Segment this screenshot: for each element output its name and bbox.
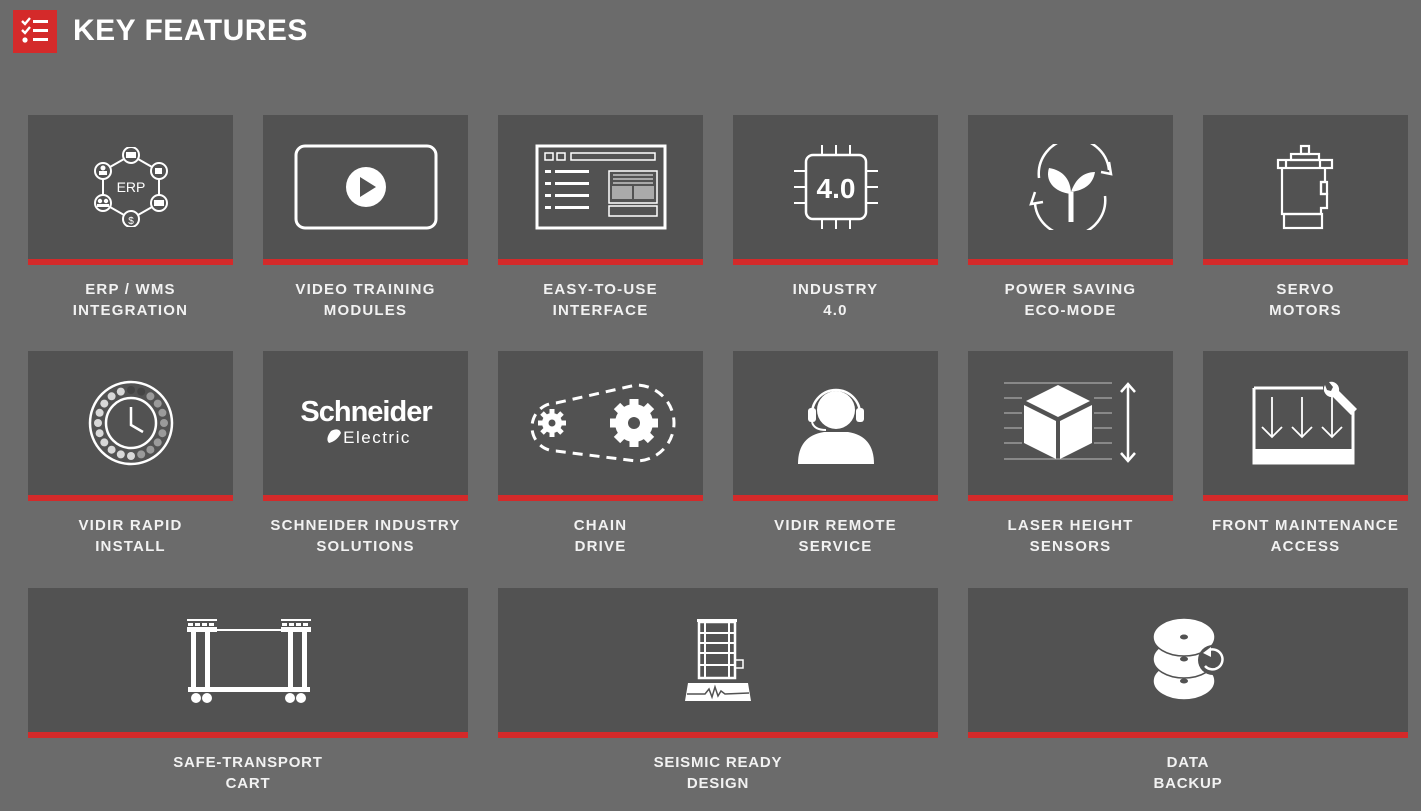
- feature-label: VIDIR RAPID INSTALL: [78, 517, 183, 555]
- accent-bar: [1203, 495, 1408, 501]
- dial-dot: [136, 450, 145, 459]
- feature-card-video-training[interactable]: [263, 115, 468, 265]
- eco-leaf-cycle-icon: [968, 115, 1173, 259]
- chip-icon: 4.0: [733, 115, 938, 259]
- accent-bar: [733, 259, 938, 265]
- transport-cart-icon: [28, 588, 468, 732]
- feature-label: INDUSTRY 4.0: [792, 281, 879, 319]
- dial-dot: [99, 399, 108, 408]
- interface-window-icon: [498, 115, 703, 259]
- disc-backup-icon: [968, 588, 1408, 732]
- dial-dot: [145, 445, 154, 454]
- dial-dot: [116, 387, 125, 396]
- feature-card-erp-wms[interactable]: $ ERP: [28, 115, 233, 265]
- chain-gears-icon: [498, 351, 703, 495]
- dial-dot: [93, 419, 102, 427]
- accent-bar: [28, 732, 468, 738]
- accent-bar: [968, 259, 1173, 265]
- seismic-cabinet-icon: [498, 588, 938, 732]
- dial-dot: [159, 419, 168, 427]
- feature-card-rapid-install[interactable]: [28, 351, 233, 501]
- svg-text:4.0: 4.0: [816, 173, 855, 204]
- dial-dot: [116, 450, 125, 459]
- dial-dot: [107, 445, 116, 454]
- dial-dot: [157, 429, 166, 438]
- accent-bar: [968, 495, 1173, 501]
- feature-card-laser-height[interactable]: [968, 351, 1173, 501]
- dial-dot: [136, 387, 145, 396]
- headset-agent-icon: [733, 351, 938, 495]
- feature-label: SAFE-TRANSPORT CART: [173, 754, 323, 792]
- feature-label: SEISMIC READY DESIGN: [653, 754, 783, 792]
- feature-card-seismic-design[interactable]: [498, 588, 938, 738]
- feature-card-schneider[interactable]: Schneider Electric: [263, 351, 468, 501]
- dial-dot: [99, 438, 108, 447]
- svg-text:ERP: ERP: [116, 179, 145, 195]
- dial-dot: [95, 429, 104, 438]
- dial-dot: [145, 392, 154, 401]
- accent-bar: [28, 495, 233, 501]
- page-title: KEY FEATURES: [73, 14, 308, 47]
- feature-label: FRONT MAINTENANCE ACCESS: [1211, 517, 1400, 555]
- feature-card-eco-mode[interactable]: [968, 115, 1173, 265]
- feature-card-front-maintenance[interactable]: [1203, 351, 1408, 501]
- feature-label: LASER HEIGHT SENSORS: [1007, 517, 1134, 555]
- dial-dot: [95, 408, 104, 417]
- feature-card-industry-4[interactable]: 4.0: [733, 115, 938, 265]
- servo-motor-icon: [1203, 115, 1408, 259]
- checklist-icon: [13, 9, 57, 53]
- feature-card-easy-interface[interactable]: [498, 115, 703, 265]
- feature-label: ERP / WMS INTEGRATION: [72, 281, 189, 319]
- feature-label: EASY-TO-USE INTERFACE: [543, 281, 658, 319]
- accent-bar: [733, 495, 938, 501]
- maintenance-wrench-icon: [1203, 351, 1408, 495]
- dial-dot: [157, 408, 166, 417]
- accent-bar: [263, 495, 468, 501]
- dial-dot: [153, 438, 162, 447]
- accent-bar: [28, 259, 233, 265]
- dial-dot: [153, 399, 162, 408]
- svg-text:$: $: [128, 216, 134, 227]
- dial-dot: [107, 392, 116, 401]
- accent-bar: [263, 259, 468, 265]
- accent-bar: [498, 732, 938, 738]
- feature-label: SCHNEIDER INDUSTRY SOLUTIONS: [270, 517, 461, 555]
- accent-bar: [968, 732, 1408, 738]
- dial-dot: [126, 386, 135, 394]
- clock-dial-icon: [28, 351, 233, 495]
- schneider-logo-icon: Schneider Electric: [263, 351, 468, 495]
- feature-card-data-backup[interactable]: [968, 588, 1408, 738]
- video-play-icon: [263, 115, 468, 259]
- accent-bar: [1203, 259, 1408, 265]
- accent-bar: [498, 259, 703, 265]
- erp-network-icon: $ ERP: [28, 115, 233, 259]
- feature-card-chain-drive[interactable]: [498, 351, 703, 501]
- feature-card-transport-cart[interactable]: [28, 588, 468, 738]
- feature-label: SERVO MOTORS: [1269, 281, 1342, 319]
- feature-label: DATA BACKUP: [1153, 754, 1223, 792]
- feature-label: VIDEO TRAINING MODULES: [295, 281, 436, 319]
- header: KEY FEATURES: [13, 9, 308, 53]
- feature-label: CHAIN DRIVE: [573, 517, 628, 555]
- svg-text:Schneider: Schneider: [300, 396, 432, 428]
- cube-height-icon: [968, 351, 1173, 495]
- accent-bar: [498, 495, 703, 501]
- feature-card-servo-motors[interactable]: [1203, 115, 1408, 265]
- dial-dot: [126, 452, 135, 460]
- svg-text:Electric: Electric: [343, 428, 411, 447]
- feature-label: VIDIR REMOTE SERVICE: [774, 517, 897, 555]
- feature-label: POWER SAVING ECO-MODE: [1004, 281, 1137, 319]
- feature-card-remote-service[interactable]: [733, 351, 938, 501]
